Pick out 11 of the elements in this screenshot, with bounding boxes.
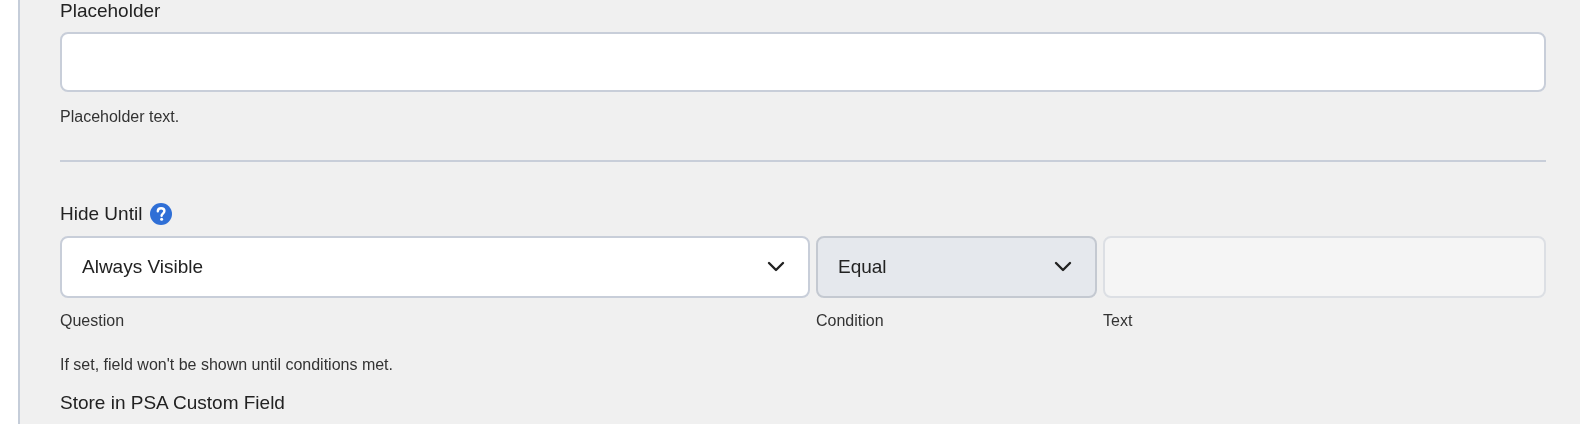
caption: Text xyxy=(1103,311,1134,331)
field-label: Store in PSA Custom Field xyxy=(60,392,286,414)
input-field[interactable] xyxy=(60,32,1546,92)
select-dropdown[interactable]: Always Visible xyxy=(60,236,810,298)
help-text: Placeholder text. xyxy=(60,107,181,127)
help-icon[interactable] xyxy=(150,203,173,225)
field-label: Hide Until xyxy=(60,202,143,226)
help-text: If set, field won't be shown until conditions met. xyxy=(60,355,394,375)
caption: Question xyxy=(60,311,126,331)
caption: Condition xyxy=(816,311,885,331)
field-label: Placeholder xyxy=(60,0,162,22)
